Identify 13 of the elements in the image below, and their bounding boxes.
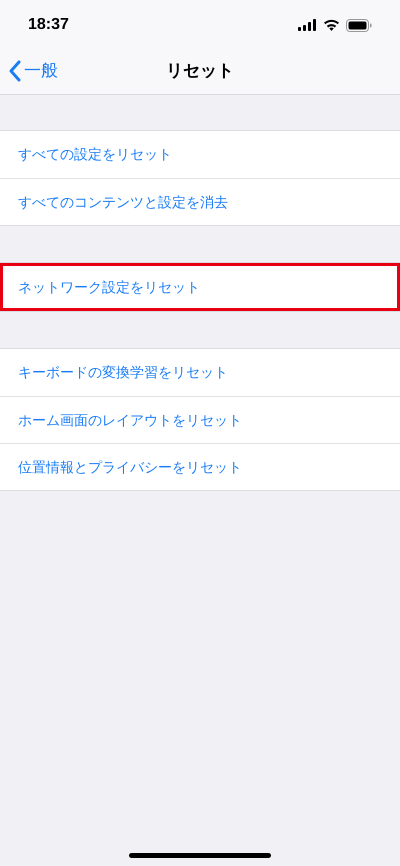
reset-option[interactable]: ホーム画面のレイアウトをリセット <box>0 396 400 443</box>
back-button[interactable]: 一般 <box>0 58 58 84</box>
wifi-icon <box>323 19 340 31</box>
battery-icon <box>346 18 372 32</box>
reset-option[interactable]: 位置情報とプライバシーをリセット <box>0 443 400 490</box>
status-time: 18:37 <box>28 15 69 35</box>
reset-option[interactable]: すべての設定をリセット <box>0 131 400 178</box>
reset-option[interactable]: すべてのコンテンツと設定を消去 <box>0 178 400 225</box>
chevron-left-icon <box>8 60 22 82</box>
reset-option[interactable]: ネットワーク設定をリセット <box>0 263 400 311</box>
nav-title: リセット <box>166 60 234 82</box>
reset-option[interactable]: キーボードの変換学習をリセット <box>0 349 400 396</box>
signal-icon <box>298 19 317 31</box>
